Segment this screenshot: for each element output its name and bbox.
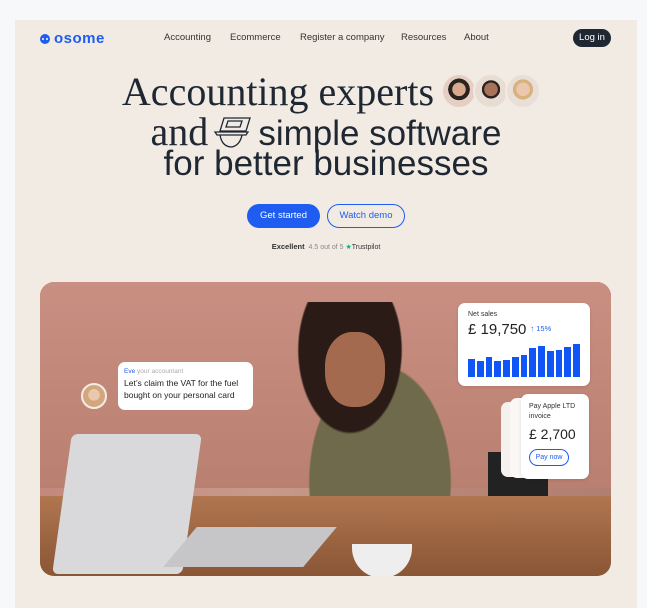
woman-face xyxy=(325,332,385,407)
sales-bar xyxy=(468,358,475,377)
nav-ecommerce[interactable]: Ecommerce xyxy=(230,32,281,43)
login-button[interactable]: Log in xyxy=(573,29,611,47)
nav-accounting[interactable]: Accounting xyxy=(164,32,211,43)
headline-line-3: for better businesses xyxy=(163,144,489,183)
sales-bar xyxy=(555,349,563,377)
sales-bar xyxy=(485,356,493,377)
expert-avatars xyxy=(441,73,541,109)
invoice-amount: £ 2,700 xyxy=(529,426,576,442)
landing-page: osome Accounting Ecommerce Register a co… xyxy=(15,20,637,608)
trustpilot-rating[interactable]: Excellent 4.5 out of 5 ★Trustpilot xyxy=(15,242,637,251)
net-sales-change: ↑ 15% xyxy=(530,324,552,333)
sender-role: your accountant xyxy=(137,368,184,375)
accountant-avatar xyxy=(81,383,107,409)
nav-register-company[interactable]: Register a company xyxy=(300,32,384,43)
sales-bar xyxy=(494,361,502,377)
avatar xyxy=(441,73,477,109)
net-sales-value: £ 19,750 ↑ 15% xyxy=(468,321,580,338)
sales-bar xyxy=(520,354,528,377)
hero-image: Eve your accountant Let’s claim the VAT … xyxy=(40,282,611,576)
watch-demo-button[interactable]: Watch demo xyxy=(327,204,405,228)
pay-now-button[interactable]: Pay now xyxy=(529,449,569,466)
sales-bar xyxy=(476,361,484,377)
invoice-card: Pay Apple LTD invoice £ 2,700 Pay now xyxy=(521,394,589,479)
rating-score: 4.5 out of 5 xyxy=(308,244,344,251)
logo-text: osome xyxy=(54,30,105,47)
top-nav: osome Accounting Ecommerce Register a co… xyxy=(15,20,637,56)
net-sales-label: Net sales xyxy=(468,311,498,318)
avatar xyxy=(473,73,509,109)
net-sales-amount: £ 19,750 xyxy=(468,321,527,338)
trustpilot-brand: Trustpilot xyxy=(351,244,381,251)
rating-word: Excellent xyxy=(271,242,305,251)
sales-bar xyxy=(538,345,545,377)
invoice-title: Pay Apple LTD invoice xyxy=(529,403,576,420)
nav-resources[interactable]: Resources xyxy=(401,32,446,43)
get-started-button[interactable]: Get started xyxy=(247,204,320,228)
sales-bar xyxy=(529,347,537,377)
sales-bar xyxy=(511,356,519,377)
chat-message: Let’s claim the VAT for the fuel bought … xyxy=(124,378,239,400)
sales-bar xyxy=(564,346,572,377)
avatar xyxy=(505,73,541,109)
sales-bar xyxy=(546,351,554,377)
sales-bar xyxy=(573,344,580,377)
sales-bar-chart xyxy=(468,344,580,377)
logo-icon xyxy=(40,33,50,44)
chat-sender: Eve your accountant xyxy=(124,368,247,375)
osome-logo[interactable]: osome xyxy=(40,30,105,47)
sender-name: Eve xyxy=(124,368,136,375)
chat-bubble: Eve your accountant Let’s claim the VAT … xyxy=(118,362,253,410)
nav-about[interactable]: About xyxy=(464,32,489,43)
sales-bar xyxy=(503,359,510,377)
net-sales-card: Net sales £ 19,750 ↑ 15% xyxy=(458,303,590,386)
